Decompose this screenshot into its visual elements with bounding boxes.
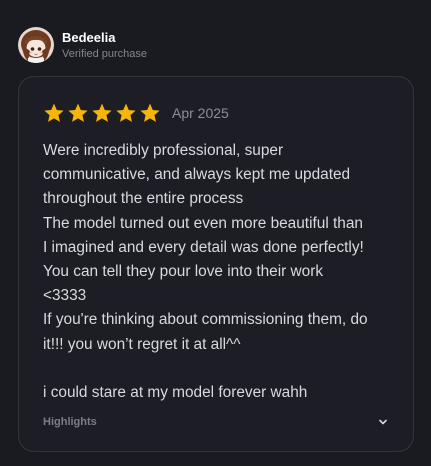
- star-rating: [43, 102, 163, 124]
- star-icon: [43, 102, 65, 124]
- star-icon: [139, 102, 161, 124]
- review-line: communicative, and always kept me update…: [43, 166, 351, 184]
- review-text: Were incredibly professional, super comm…: [43, 139, 399, 405]
- review-line: Were incredibly professional, super: [43, 142, 284, 159]
- avatar-image: [18, 27, 54, 63]
- avatar[interactable]: [18, 27, 54, 63]
- review-line: If you're thinking about commissioning t…: [43, 311, 368, 329]
- verified-purchase-label: Verified purchase: [62, 47, 147, 60]
- review-line: i could stare at my model forever wahh: [43, 384, 308, 402]
- review-date: Apr 2025: [172, 105, 229, 121]
- review-line: The model turned out even more beautiful…: [43, 214, 363, 232]
- reviewer-header: Bedeelia Verified purchase: [18, 27, 147, 63]
- star-icon: [91, 102, 113, 124]
- review-line-blank: [43, 357, 399, 381]
- reviewer-name[interactable]: Bedeelia: [62, 29, 147, 46]
- review-line: it!!! you won’t regret it at all^^: [43, 335, 241, 353]
- highlights-label: Highlights: [43, 416, 97, 428]
- review-card: Apr 2025 Were incredibly professional, s…: [18, 76, 414, 452]
- highlights-row[interactable]: Highlights: [43, 413, 389, 431]
- chevron-down-icon[interactable]: [377, 416, 389, 428]
- review-line: throughout the entire process: [43, 190, 244, 208]
- review-line: <3333: [43, 287, 87, 305]
- review-line: I imagined and every detail was done per…: [43, 238, 364, 256]
- star-icon: [67, 102, 89, 124]
- star-icon: [115, 102, 137, 124]
- rating-row: Apr 2025: [43, 102, 229, 124]
- review-line: You can tell they pour love into their w…: [43, 263, 324, 281]
